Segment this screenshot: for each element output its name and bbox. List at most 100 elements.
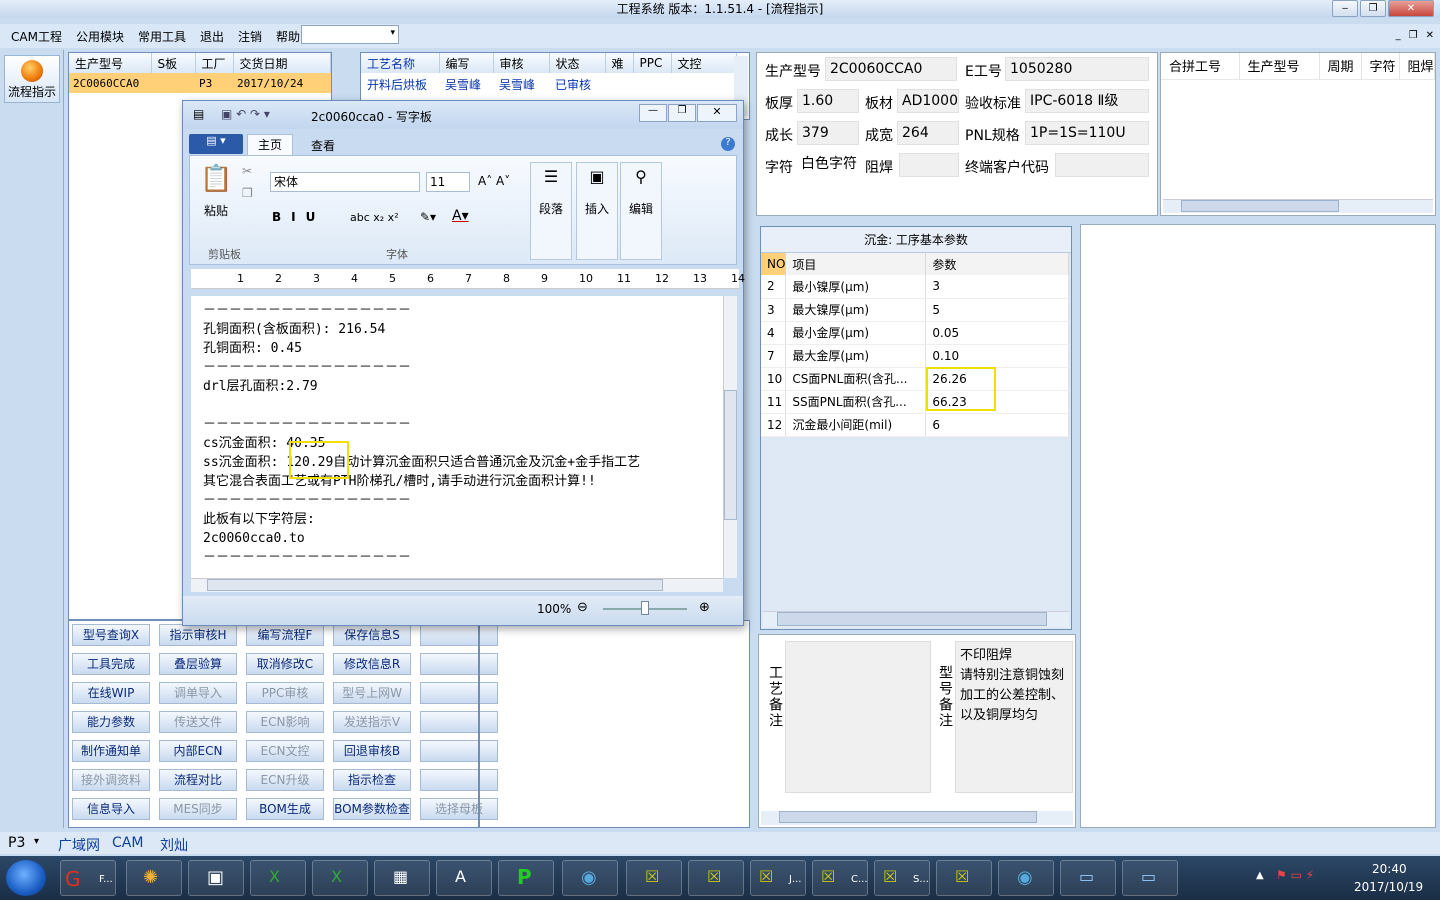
col-legend[interactable]: 字符: [1361, 53, 1400, 80]
action-button[interactable]: [420, 740, 498, 762]
wp-minimize-icon[interactable]: —: [639, 104, 667, 122]
menu-public[interactable]: 公用模块: [69, 28, 131, 45]
menu-logout[interactable]: 注销: [231, 28, 269, 45]
taskbar-excel1[interactable]: X: [250, 860, 306, 896]
col-mask[interactable]: 阻焊: [1399, 53, 1435, 80]
action-button[interactable]: 内部ECN: [159, 740, 237, 762]
zoom-in-icon[interactable]: ⊕: [699, 600, 710, 615]
action-button[interactable]: 叠层验算: [159, 653, 237, 675]
table-row[interactable]: 开料后烘板 吴雪峰 吴雪峰 已审核: [361, 73, 737, 95]
minimize-icon[interactable]: ‒: [1332, 0, 1358, 17]
process-notes-field[interactable]: [785, 641, 931, 793]
value-thickness[interactable]: 1.60: [797, 89, 859, 113]
action-button[interactable]: 回退审核B: [333, 740, 411, 762]
document-area[interactable]: －－－－－－－－－－－－－－－－ 孔铜面积(含板面积): 216.54 孔铜面积: …: [191, 296, 723, 578]
action-button[interactable]: [420, 682, 498, 704]
font-name-select[interactable]: 宋体: [270, 172, 420, 192]
value-eno[interactable]: 1050280: [1005, 57, 1149, 81]
paste-icon[interactable]: 📋: [200, 164, 232, 194]
action-button[interactable]: 调单导入: [159, 682, 237, 704]
action-button[interactable]: 制作通知单: [72, 740, 150, 762]
paste-label[interactable]: 粘贴: [204, 202, 228, 219]
taskbar-x6[interactable]: ☒: [936, 860, 992, 896]
table-row[interactable]: 10 CS面PNL面积(含孔... 26.26: [761, 367, 1069, 391]
value-material[interactable]: AD1000: [897, 89, 959, 113]
taskbar-excel2[interactable]: X: [312, 860, 368, 896]
tray-icons[interactable]: ⚑ ▭ ⚡: [1276, 868, 1314, 882]
menu-exit[interactable]: 退出: [193, 28, 231, 45]
flow-button[interactable]: 流程指示: [4, 55, 60, 103]
model-notes-field[interactable]: 不印阻焊 请特别注意铜蚀刻 加工的公差控制、 以及铜厚均匀: [955, 641, 1073, 793]
grow-font-icon[interactable]: A˄ A˅: [478, 174, 510, 188]
action-button[interactable]: 流程对比: [159, 769, 237, 791]
taskbar-image1[interactable]: ▭: [1060, 860, 1116, 896]
action-button[interactable]: 发送指示V: [333, 711, 411, 733]
action-button[interactable]: 传送文件: [159, 711, 237, 733]
action-button[interactable]: 选择母板: [420, 798, 498, 820]
paragraph-group[interactable]: ☰ 段落: [530, 162, 572, 260]
highlight-color-icon[interactable]: ✎▾: [420, 210, 436, 224]
strike-script-icons[interactable]: abc x₂ x²: [350, 211, 399, 224]
col-item[interactable]: 项目: [785, 253, 927, 275]
font-size-select[interactable]: 11: [426, 172, 470, 192]
taskbar-shell[interactable]: ✺: [126, 860, 182, 896]
ruler[interactable]: 1 2 3 4 5 6 7 8 9 10 11 12 13 14: [191, 269, 745, 289]
col-doc[interactable]: 文控: [671, 53, 737, 73]
table-row[interactable]: 12 沉金最小间距(mil) 6: [761, 413, 1069, 437]
tab-view[interactable]: 查看: [311, 137, 335, 154]
col-process[interactable]: 工艺名称: [361, 53, 440, 73]
menu-cam[interactable]: CAM工程: [4, 28, 69, 45]
col-no[interactable]: NO: [761, 253, 787, 275]
zoom-thumb[interactable]: [641, 601, 649, 615]
col-ppc[interactable]: PPC: [633, 53, 672, 73]
taskbar-x5[interactable]: ☒ S...: [874, 860, 930, 896]
col-reviewer[interactable]: 审核: [493, 53, 550, 73]
taskbar-eye[interactable]: ◉: [562, 860, 618, 896]
insert-group[interactable]: ▣ 插入: [576, 162, 618, 260]
wp-maximize-icon[interactable]: ❐: [668, 104, 696, 122]
action-button[interactable]: 型号查询X: [72, 624, 150, 646]
taskbar-wordpad[interactable]: A: [436, 860, 492, 896]
value-legend[interactable]: 白色字符: [797, 153, 861, 177]
params-scrollbar[interactable]: [763, 611, 1069, 627]
table-row[interactable]: 11 SS面PNL面积(含孔... 66.23: [761, 390, 1069, 414]
zoom-out-icon[interactable]: ⊖: [577, 600, 588, 615]
mdi-close-icon[interactable]: ✕: [1426, 30, 1434, 41]
col-status[interactable]: 状态: [549, 53, 606, 73]
action-button[interactable]: [420, 624, 498, 646]
col-param[interactable]: 参数: [925, 253, 1069, 275]
table-row[interactable]: 4 最小金厚(μm) 0.05: [761, 321, 1069, 345]
action-button[interactable]: [420, 653, 498, 675]
taskbar-image2[interactable]: ▭: [1122, 860, 1178, 896]
value-pnl[interactable]: 1P=1S=110U: [1025, 121, 1149, 145]
action-button[interactable]: ECN升级: [246, 769, 324, 791]
action-button[interactable]: [420, 769, 498, 791]
format-icons[interactable]: BIU: [272, 210, 325, 224]
taskbar-p[interactable]: P: [498, 860, 554, 896]
factory-select[interactable]: P3: [8, 835, 25, 851]
col-factory[interactable]: 工厂: [195, 53, 234, 73]
action-button[interactable]: ECN文控: [246, 740, 324, 762]
taskbar-eye2[interactable]: ◉: [998, 860, 1054, 896]
maximize-icon[interactable]: ❐: [1360, 0, 1386, 17]
action-button[interactable]: 接外调资料: [72, 769, 150, 791]
action-button[interactable]: PPC审核: [246, 682, 324, 704]
value-customer-code[interactable]: [1055, 153, 1149, 177]
doc-vscroll[interactable]: [723, 296, 737, 578]
action-button[interactable]: MES同步: [159, 798, 237, 820]
chevron-down-icon[interactable]: ▾: [34, 836, 39, 847]
wordpad-app-icon[interactable]: ▤: [193, 107, 204, 121]
action-button[interactable]: BOM生成: [246, 798, 324, 820]
taskbar-x4[interactable]: ☒ C...: [812, 860, 868, 896]
value-soldermask[interactable]: [899, 153, 959, 177]
table-row[interactable]: 7 最大金厚(μm) 0.10: [761, 344, 1069, 368]
start-button[interactable]: [6, 860, 46, 896]
cut-icon[interactable]: ✂: [242, 164, 252, 178]
col-difficulty[interactable]: 难: [605, 53, 634, 73]
menu-tools[interactable]: 常用工具: [131, 28, 193, 45]
taskbar-x1[interactable]: ☒: [626, 860, 682, 896]
taskbar-save[interactable]: ▣: [188, 860, 244, 896]
taskbar-x2[interactable]: ☒: [688, 860, 744, 896]
action-button[interactable]: ECN影响: [246, 711, 324, 733]
col-cycle[interactable]: 周期: [1319, 53, 1362, 80]
